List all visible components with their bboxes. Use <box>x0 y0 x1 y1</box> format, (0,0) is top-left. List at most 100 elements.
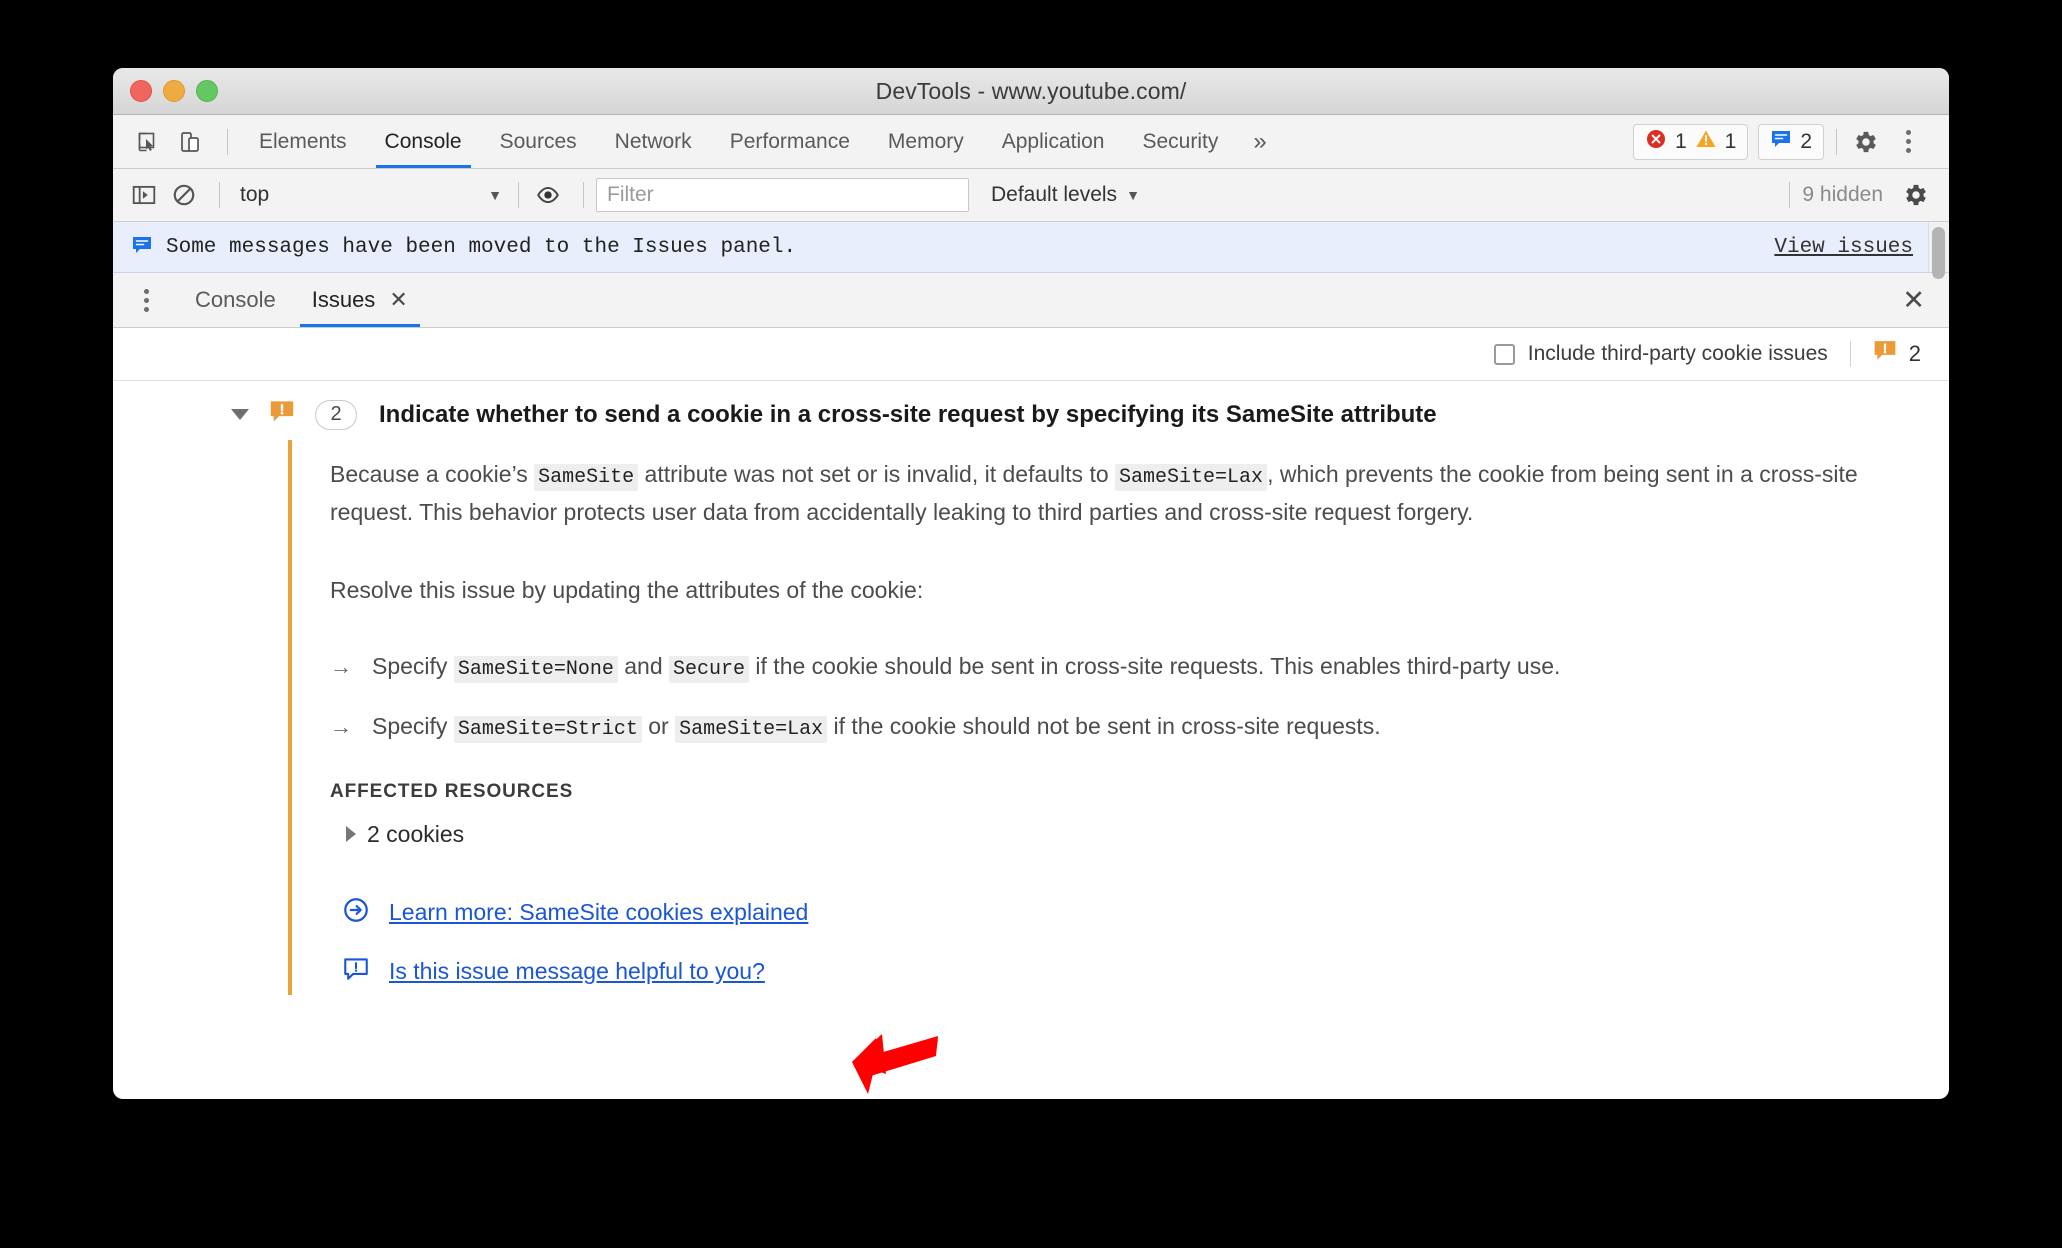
console-info-bar: Some messages have been moved to the Iss… <box>113 222 1949 279</box>
drawer-menu-icon[interactable] <box>129 283 163 317</box>
console-info-message: Some messages have been moved to the Iss… <box>166 235 797 259</box>
filter-input[interactable] <box>596 178 969 212</box>
tab-console[interactable]: Console <box>366 115 481 168</box>
issue-message-icon <box>131 234 153 261</box>
issue-p1-part2: attribute was not set or is invalid, it … <box>638 461 1116 487</box>
issues-toolbar: Include third-party cookie issues 2 <box>113 328 1949 381</box>
learn-more-link[interactable]: Learn more: SameSite cookies explained <box>389 899 808 926</box>
bullet2-part3: if the cookie should not be sent in cros… <box>827 712 1381 739</box>
issues-count-button[interactable]: 2 <box>1758 123 1824 160</box>
issue-bullet-1: → Specify SameSite=None and Secure if th… <box>330 652 1949 683</box>
console-scrollbar-thumb[interactable] <box>1932 227 1945 279</box>
code-secure: Secure <box>669 655 750 683</box>
affected-cookies-label: 2 cookies <box>367 820 465 847</box>
console-toolbar-divider-4 <box>1789 182 1791 208</box>
console-sidebar-icon[interactable] <box>127 178 161 212</box>
bullet1-part2: and <box>617 652 670 679</box>
window-titlebar: DevTools - www.youtube.com/ <box>113 68 1949 115</box>
live-expression-icon[interactable] <box>531 178 565 212</box>
drawer-tab-console[interactable]: Console <box>177 273 294 327</box>
feedback-icon <box>342 955 370 988</box>
tab-performance[interactable]: Performance <box>711 115 869 168</box>
close-drawer-icon[interactable]: ✕ <box>1902 286 1933 314</box>
console-toolbar-divider-3 <box>583 182 584 208</box>
issue-p1-part1: Because a cookie’s <box>330 461 535 487</box>
bullet1-part3: if the cookie should be sent in cross-si… <box>749 652 1561 679</box>
tab-network[interactable]: Network <box>596 115 711 168</box>
execution-context-selector[interactable]: top ▼ <box>232 183 506 207</box>
drawer-tab-issues[interactable]: Issues ✕ <box>294 273 426 327</box>
issue-warning-icon <box>1873 339 1897 369</box>
issue-title: Indicate whether to send a cookie in a c… <box>379 400 1437 428</box>
third-party-cookie-checkbox-row[interactable]: Include third-party cookie issues <box>1493 342 1828 366</box>
collapse-issue-icon[interactable] <box>231 409 249 420</box>
bullet1-part1: Specify <box>372 652 454 679</box>
arrow-right-icon: → <box>330 713 352 739</box>
code-samesite-strict: SameSite=Strict <box>453 715 642 743</box>
devtools-menu-icon[interactable] <box>1891 125 1925 159</box>
gear-icon[interactable] <box>1849 125 1883 159</box>
drawer-tab-console-label: Console <box>195 287 276 312</box>
minimize-window-button[interactable] <box>163 80 185 102</box>
clear-console-icon[interactable] <box>167 178 201 212</box>
view-issues-link[interactable]: View issues <box>1774 236 1913 259</box>
device-toolbar-icon[interactable] <box>173 125 207 159</box>
traffic-lights <box>130 80 218 102</box>
drawer-tabbar: Console Issues ✕ ✕ <box>113 273 1949 328</box>
code-samesite-lax-2: SameSite=Lax <box>675 715 828 743</box>
inspect-element-icon[interactable] <box>131 125 165 159</box>
issue-paragraph-1: Because a cookie’s SameSite attribute wa… <box>330 456 1860 532</box>
console-toolbar-right: 9 hidden <box>1777 178 1939 212</box>
tabbar-status-area: 1 1 2 <box>1623 123 1943 160</box>
arrow-in-circle-icon <box>342 896 370 929</box>
close-window-button[interactable] <box>130 80 152 102</box>
issue-bullet-2: → Specify SameSite=Strict or SameSite=La… <box>330 712 1949 743</box>
third-party-cookie-checkbox[interactable] <box>1493 343 1515 365</box>
expand-cookies-icon[interactable] <box>346 826 356 843</box>
issues-list: 2 Indicate whether to send a cookie in a… <box>113 381 1949 995</box>
window-title: DevTools - www.youtube.com/ <box>875 77 1187 104</box>
affected-resources-heading: AFFECTED RESOURCES <box>330 780 574 802</box>
feedback-row[interactable]: Is this issue message helpful to you? <box>342 955 1949 988</box>
issue-header-row[interactable]: 2 Indicate whether to send a cookie in a… <box>113 381 1949 440</box>
feedback-link[interactable]: Is this issue message helpful to you? <box>389 958 765 985</box>
execution-context-value: top <box>240 183 270 206</box>
close-issues-tab-icon[interactable]: ✕ <box>389 289 407 311</box>
error-count: 1 <box>1674 129 1687 153</box>
log-levels-label: Default levels <box>991 183 1118 206</box>
issues-total-number: 2 <box>1908 341 1921 366</box>
maximize-window-button[interactable] <box>196 80 218 102</box>
learn-more-row[interactable]: Learn more: SameSite cookies explained <box>342 896 1949 929</box>
chevron-down-icon: ▼ <box>1126 187 1140 203</box>
error-icon <box>1645 128 1667 156</box>
console-scrollbar[interactable] <box>1928 222 1949 279</box>
code-samesite: SameSite <box>534 464 639 491</box>
issues-count: 2 <box>1800 129 1812 153</box>
issue-body: Because a cookie’s SameSite attribute wa… <box>288 440 1949 995</box>
tab-elements[interactable]: Elements <box>240 115 366 168</box>
toolbar-divider-2 <box>1836 128 1837 155</box>
third-party-cookie-label: Include third-party cookie issues <box>1527 342 1828 365</box>
more-tabs-button[interactable]: » <box>1237 115 1282 168</box>
tab-memory[interactable]: Memory <box>869 115 983 168</box>
tab-security[interactable]: Security <box>1123 115 1237 168</box>
log-levels-selector[interactable]: Default levels ▼ <box>991 183 1140 207</box>
bullet2-part2: or <box>641 712 676 739</box>
issues-toolbar-divider <box>1849 341 1851 367</box>
error-warning-counts[interactable]: 1 1 <box>1632 123 1749 160</box>
issues-total-count: 2 <box>1873 339 1921 369</box>
issue-message-icon <box>1770 128 1792 156</box>
code-samesite-lax: SameSite=Lax <box>1115 464 1268 491</box>
toolbar-divider <box>227 128 228 155</box>
chevron-down-icon: ▼ <box>488 187 502 203</box>
gear-icon[interactable] <box>1899 178 1933 212</box>
issue-occurrence-count: 2 <box>315 399 357 430</box>
tab-sources[interactable]: Sources <box>481 115 596 168</box>
issue-warning-icon <box>269 399 295 430</box>
console-toolbar-divider-2 <box>518 182 519 208</box>
tab-application[interactable]: Application <box>983 115 1124 168</box>
code-samesite-none: SameSite=None <box>453 655 618 683</box>
affected-resources-cookies[interactable]: 2 cookies <box>346 821 1949 848</box>
devtools-tabbar: Elements Console Sources Network Perform… <box>113 115 1949 169</box>
devtools-window: DevTools - www.youtube.com/ Elements Con… <box>113 68 1949 1099</box>
